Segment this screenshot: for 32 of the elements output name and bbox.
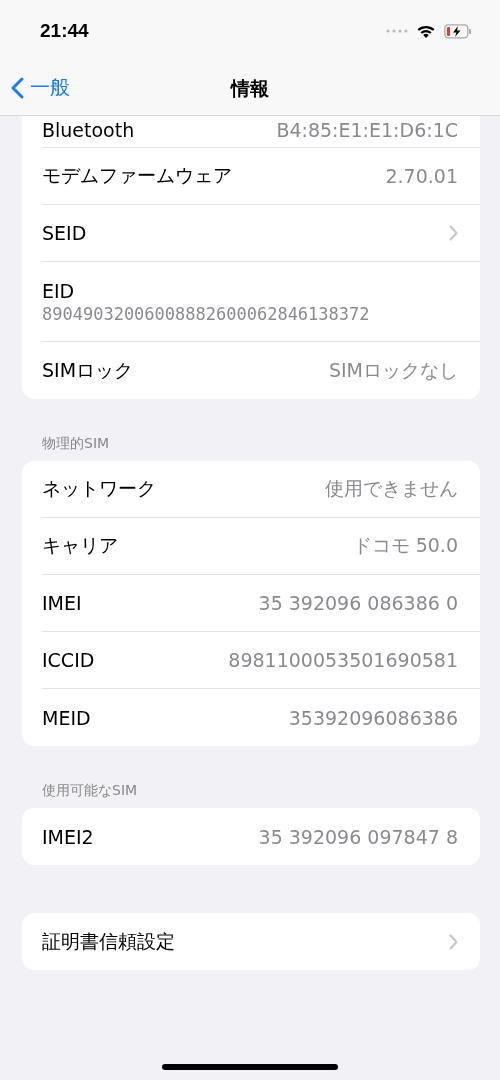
row-value: 使用できません xyxy=(325,476,458,501)
row-label: MEID xyxy=(42,706,91,729)
section-header: 物理的SIM xyxy=(41,435,111,453)
page-title: 情報 xyxy=(231,75,269,101)
row-value: B4:85:E1:E1:D6:1C xyxy=(276,119,458,141)
row-label: SIMロック xyxy=(42,357,134,383)
row-value: 35 392096 097847 8 xyxy=(258,825,458,848)
back-button[interactable]: 一般 xyxy=(10,74,70,101)
chevron-left-icon xyxy=(10,76,24,99)
row-value: 35 392096 086386 0 xyxy=(258,592,458,614)
row-label: EID xyxy=(42,279,75,302)
chevron-right-icon xyxy=(449,225,458,241)
row-value: 35392096086386 xyxy=(288,706,458,729)
row-value: SIMロックなし xyxy=(328,357,458,383)
row-label: ネットワーク xyxy=(42,476,156,501)
section-header: 使用可能なSIM xyxy=(41,782,139,800)
settings-link-row[interactable]: SEID xyxy=(42,205,480,262)
row-value: ドコモ 50.0 xyxy=(352,533,458,558)
row-label: Bluetooth xyxy=(42,119,135,141)
signal-dots-icon xyxy=(386,29,408,33)
row-value: 8981100053501690581 xyxy=(228,649,458,671)
row-label: モデムファームウェア xyxy=(42,163,232,188)
settings-link-row[interactable]: 証明書信頼設定 xyxy=(42,913,480,970)
row-label: キャリア xyxy=(42,533,118,558)
row-value: 2.70.01 xyxy=(385,165,458,187)
row-value: 89049032006008882600062846138372 xyxy=(42,303,370,324)
chevron-right-icon xyxy=(449,933,458,950)
row-label: ICCID xyxy=(42,649,95,671)
row-label: IMEI2 xyxy=(42,825,94,848)
row-label: IMEI xyxy=(42,592,82,614)
wifi-icon xyxy=(416,23,436,39)
status-time: 21:44 xyxy=(40,20,89,42)
